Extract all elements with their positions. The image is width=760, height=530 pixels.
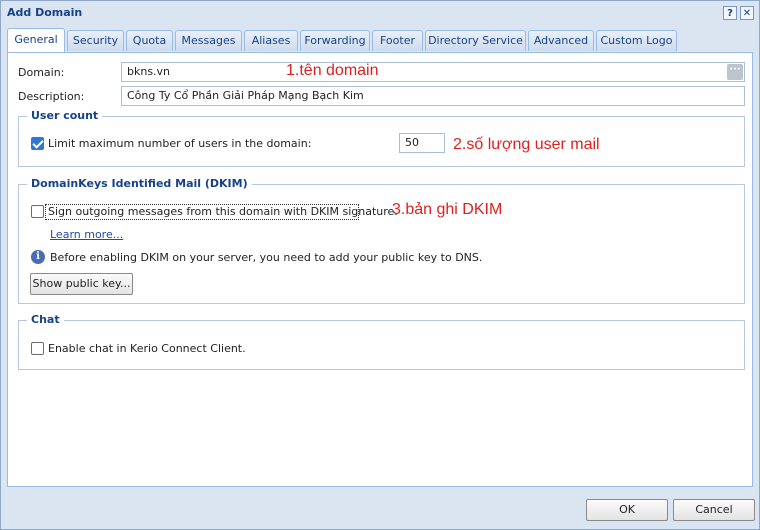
chat-legend: Chat: [27, 313, 64, 326]
annotation-dkim: 3.bản ghi DKIM: [392, 201, 503, 218]
more-options-icon[interactable]: ···: [727, 64, 743, 80]
dkim-sign-label[interactable]: Sign outgoing messages from this domain …: [48, 205, 398, 218]
user-count-legend: User count: [27, 109, 103, 122]
show-public-key-button[interactable]: Show public key...: [30, 273, 133, 295]
tab-footer[interactable]: Footer: [372, 30, 423, 51]
description-input[interactable]: Công Ty Cổ Phần Giải Pháp Mạng Bạch Kim: [121, 86, 745, 106]
tab-directory-service[interactable]: Directory Service: [425, 30, 526, 51]
tab-messages[interactable]: Messages: [175, 30, 242, 51]
limit-users-checkbox[interactable]: [31, 137, 44, 150]
user-count-fieldset: User count Limit maximum number of users…: [18, 109, 745, 167]
info-icon: i: [31, 250, 45, 264]
max-users-input[interactable]: 50: [399, 133, 445, 153]
cancel-button[interactable]: Cancel: [673, 499, 755, 521]
tab-general[interactable]: General: [7, 28, 65, 52]
annotation-user-count: 2.số lượng user mail: [453, 136, 600, 153]
tab-custom-logo[interactable]: Custom Logo: [596, 30, 677, 51]
ok-button[interactable]: OK: [586, 499, 668, 521]
tab-forwarding[interactable]: Forwarding: [300, 30, 370, 51]
dkim-fieldset: DomainKeys Identified Mail (DKIM) Sign o…: [18, 177, 745, 304]
add-domain-dialog: Add Domain ? ✕ General Security Quota Me…: [0, 0, 760, 530]
tab-quota[interactable]: Quota: [126, 30, 173, 51]
tab-advanced[interactable]: Advanced: [528, 30, 594, 51]
max-users-value: 50: [405, 136, 419, 149]
dkim-sign-checkbox[interactable]: [31, 205, 44, 218]
dkim-legend: DomainKeys Identified Mail (DKIM): [27, 177, 252, 190]
description-label: Description:: [18, 90, 85, 103]
title-bar: Add Domain ? ✕: [1, 1, 759, 25]
tab-security[interactable]: Security: [67, 30, 124, 51]
dialog-title: Add Domain: [7, 6, 83, 19]
description-value: Công Ty Cổ Phần Giải Pháp Mạng Bạch Kim: [127, 89, 364, 102]
close-button[interactable]: ✕: [740, 6, 754, 20]
chat-fieldset: Chat Enable chat in Kerio Connect Client…: [18, 313, 745, 370]
general-panel: Domain: bkns.vn ··· 1.tên domain Descrip…: [7, 52, 753, 487]
domain-value: bkns.vn: [127, 65, 171, 78]
annotation-domain-name: 1.tên domain: [286, 62, 379, 79]
learn-more-link[interactable]: Learn more...: [50, 228, 123, 241]
limit-users-label: Limit maximum number of users in the dom…: [48, 137, 312, 150]
domain-input[interactable]: bkns.vn ···: [121, 62, 745, 82]
enable-chat-checkbox[interactable]: [31, 342, 44, 355]
tab-aliases[interactable]: Aliases: [244, 30, 298, 51]
help-button[interactable]: ?: [723, 6, 737, 20]
dkim-info-text: Before enabling DKIM on your server, you…: [50, 251, 483, 264]
enable-chat-label: Enable chat in Kerio Connect Client.: [48, 342, 246, 355]
domain-label: Domain:: [18, 66, 65, 79]
